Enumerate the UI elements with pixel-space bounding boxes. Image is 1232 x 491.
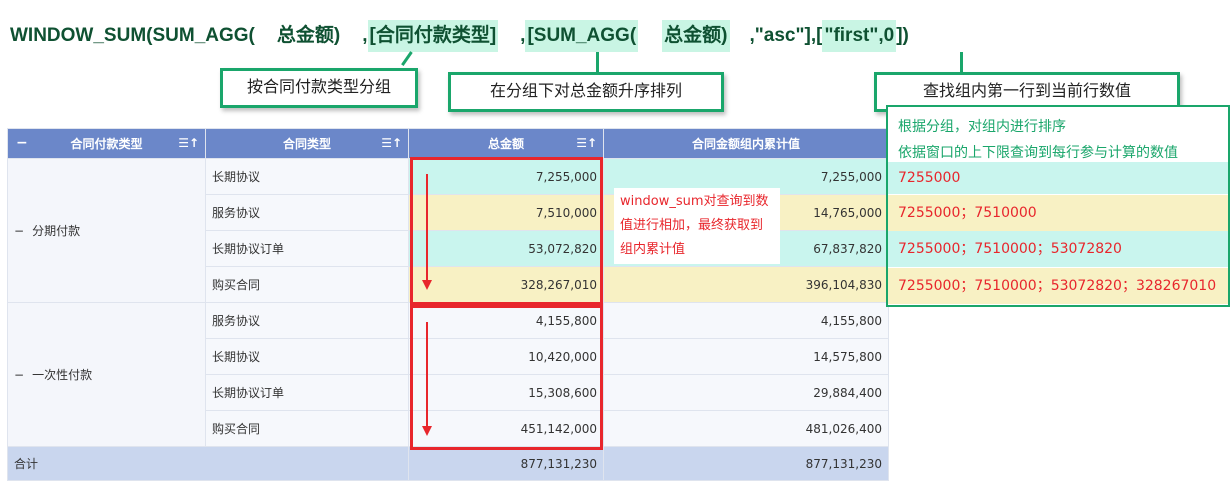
- connector-line: [596, 52, 599, 72]
- formula-part: WINDOW_SUM(SUM_AGG(: [10, 25, 255, 46]
- formula-sort-highlight: 总金额): [662, 20, 730, 52]
- arrow-head-icon: [422, 426, 432, 436]
- formula-text: WINDOW_SUM(SUM_AGG(总金额), [合同付款类型], [SUM_AG…: [10, 20, 909, 52]
- sort-icon[interactable]: ☰↑: [178, 136, 199, 150]
- contract-type-cell: 服务协议: [205, 194, 409, 231]
- connector-line: [960, 52, 963, 72]
- formula-part: ]): [896, 25, 909, 46]
- column-header-label: 合同金额组内累计值: [691, 137, 800, 151]
- group-cell: − 一次性付款: [7, 302, 206, 447]
- sort-label: 在分组下对总金额升序排列: [448, 72, 724, 112]
- contract-type-cell: 长期协议: [205, 158, 409, 195]
- side-values-row: 7255000；7510000；53072820: [888, 231, 1228, 267]
- table-header-row: − 合同付款类型 ☰↑ 合同类型 ☰↑ 总金额 ☰↑ 合同金额组内累计值: [7, 128, 889, 159]
- total-amount: 877,131,230: [408, 446, 604, 481]
- side-values-row: 7255000；7510000；53072820；328267010: [888, 268, 1228, 304]
- cumulative-cell: 481,026,400: [603, 410, 889, 447]
- formula-partition-highlight: [合同付款类型]: [367, 20, 499, 52]
- formula-part: 总金额): [276, 25, 341, 46]
- group-label: 一次性付款: [32, 368, 93, 382]
- column-header[interactable]: 总金额 ☰↑: [408, 128, 604, 159]
- contract-type-cell: 购买合同: [205, 410, 409, 447]
- down-arrow: [426, 322, 428, 426]
- contract-type-cell: 长期协议订单: [205, 230, 409, 267]
- total-label: 合计: [7, 446, 409, 481]
- column-header[interactable]: 合同类型 ☰↑: [205, 128, 409, 159]
- collapse-icon[interactable]: −: [16, 135, 28, 151]
- group2-highlight-box: [410, 305, 603, 450]
- side-values-row: 7255000: [888, 162, 1228, 194]
- column-header[interactable]: 合同金额组内累计值: [603, 128, 889, 159]
- column-header[interactable]: − 合同付款类型 ☰↑: [7, 128, 206, 159]
- formula-range-highlight: "first",0: [822, 20, 897, 52]
- side-line: 根据分组，对组内进行排序: [898, 119, 1066, 135]
- side-explanation-text: 根据分组，对组内进行排序 依据窗口的上下限查询到每行参与计算的数值: [898, 114, 1178, 166]
- group1-highlight-box: [410, 157, 603, 305]
- formula-sort-highlight: [SUM_AGG(: [525, 20, 639, 52]
- collapse-icon[interactable]: −: [14, 368, 24, 382]
- side-values-row: 7255000；7510000: [888, 195, 1228, 231]
- column-header-label: 合同类型: [282, 137, 331, 151]
- cumulative-cell: 14,575,800: [603, 338, 889, 375]
- group-cell: − 分期付款: [7, 158, 206, 303]
- cumulative-cell: 4,155,800: [603, 302, 889, 339]
- group-by-label: 按合同付款类型分组: [220, 68, 418, 108]
- sort-icon[interactable]: ☰↑: [381, 136, 402, 150]
- explanation-note: window_sum对查询到数值进行相加，最终获取到组内累计值: [614, 188, 780, 264]
- cumulative-cell: 396,104,830: [603, 266, 889, 303]
- column-header-label: 总金额: [487, 137, 524, 151]
- column-header-label: 合同付款类型: [70, 137, 143, 151]
- total-cumulative: 877,131,230: [603, 446, 889, 481]
- down-arrow: [426, 174, 428, 280]
- total-row: 合计 877,131,230 877,131,230: [7, 446, 889, 481]
- sort-icon[interactable]: ☰↑: [576, 136, 597, 150]
- contract-type-cell: 购买合同: [205, 266, 409, 303]
- collapse-icon[interactable]: −: [14, 224, 24, 238]
- formula-part: ,"asc"],[: [749, 25, 823, 46]
- contract-type-cell: 长期协议订单: [205, 374, 409, 411]
- group-label: 分期付款: [32, 224, 81, 238]
- cumulative-cell: 29,884,400: [603, 374, 889, 411]
- arrow-head-icon: [422, 280, 432, 290]
- contract-type-cell: 服务协议: [205, 302, 409, 339]
- connector-line: [401, 51, 413, 66]
- contract-type-cell: 长期协议: [205, 338, 409, 375]
